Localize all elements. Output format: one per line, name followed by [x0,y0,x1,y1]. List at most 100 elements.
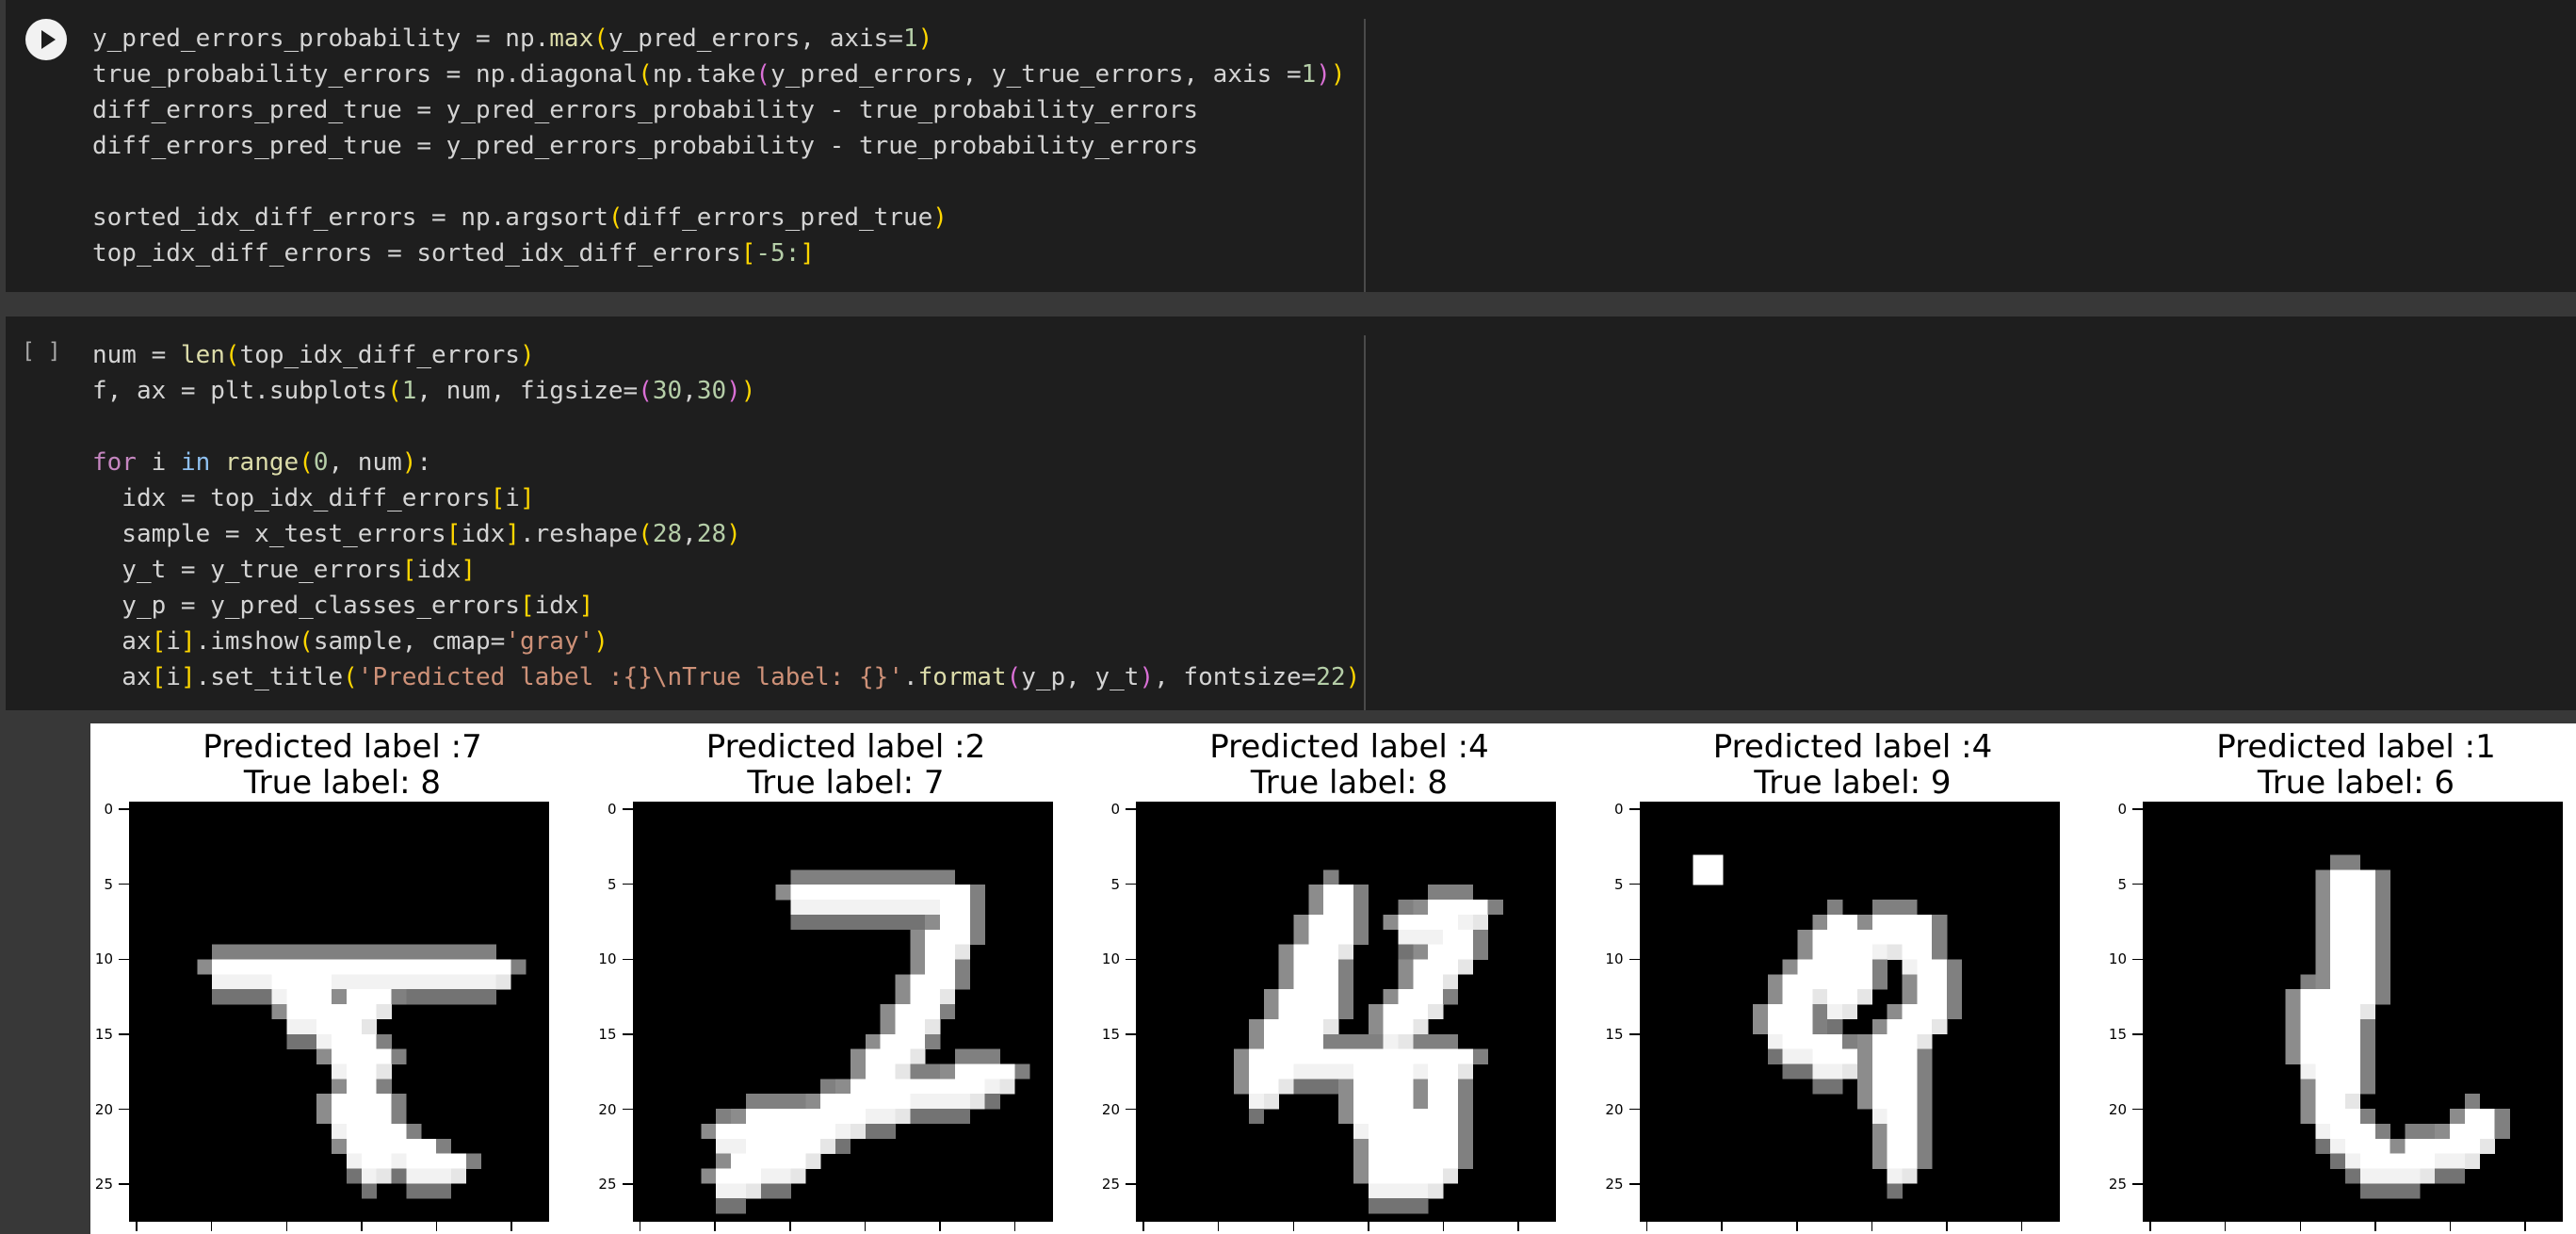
image-pixel [2330,885,2346,901]
image-pixel [376,944,392,960]
image-pixel [2330,989,2346,1005]
image-pixel [2435,1138,2451,1154]
image-pixel [376,959,392,975]
image-pixel [376,1138,392,1154]
image-pixel [1413,1079,1429,1095]
image-pixel [256,989,272,1005]
image-pixel [2315,869,2331,885]
image-pixel [1902,944,1918,960]
image-pixel [1413,974,1429,990]
code-editor[interactable]: num = len(top_idx_diff_errors) f, ax = pl… [92,337,1360,695]
image-pixel [865,1064,881,1080]
image-pixel [2330,1123,2346,1140]
image-pixel [2345,900,2361,916]
image-pixel [1338,974,1354,990]
image-pixel [1902,1064,1918,1080]
code-line: sorted_idx_diff_errors = np.argsort(diff… [92,200,1346,235]
subplot-panel: Predicted label :4 True label: 8 0 5 10 15 20 2… [1097,723,1601,1234]
x-tick [714,1222,716,1231]
image-pixel [2315,1123,2331,1140]
image-pixel [1826,1004,1842,1020]
y-tick-label: 0 [1110,800,1120,818]
image-pixel [939,914,955,931]
image-pixel [1428,1048,1444,1064]
image-pixel [2390,1138,2406,1154]
run-cell-button[interactable] [25,19,67,60]
subplot-title-predicted: Predicted label :2 [705,728,986,766]
y-tick-label: 15 [598,1025,617,1043]
image-pixel [301,1033,317,1049]
code-cell-2[interactable]: [ ] num = len(top_idx_diff_errors) f, ax … [6,317,2576,710]
image-pixel [406,1183,422,1199]
code-token: ] [800,239,816,268]
image-pixel [1398,1004,1414,1020]
image-pixel [2300,1004,2316,1020]
image-pixel [227,989,243,1005]
image-pixel [1856,959,1872,975]
image-pixel [909,989,926,1005]
image-pixel [1308,959,1324,975]
y-tick [2132,1033,2143,1035]
image-pixel [834,1138,851,1154]
image-pixel [1383,1109,1399,1125]
image-pixel [316,989,332,1005]
code-cell-1[interactable]: y_pred_errors_probability = np.max(y_pre… [6,0,2576,292]
code-token: 28 [652,520,683,548]
image-pixel [954,1064,970,1080]
image-pixel [346,1123,363,1140]
code-token: ) [1330,60,1346,89]
image-pixel [1248,1048,1265,1064]
image-pixel [834,885,851,901]
x-tick [1645,1222,1648,1231]
image-pixel [1916,1004,1933,1020]
code-editor[interactable]: y_pred_errors_probability = np.max(y_pre… [92,21,1346,271]
image-pixel [465,959,481,975]
image-pixel [1811,959,1828,975]
image-pixel [1871,1094,1887,1110]
image-pixel [1428,900,1444,916]
image-pixel [465,989,481,1005]
image-pixel [834,869,851,885]
image-pixel [865,1094,881,1110]
image-pixel [1428,1183,1444,1199]
code-line: ax[i].set_title('Predicted label :{}\nTr… [92,659,1360,695]
image-pixel [1457,1123,1474,1140]
image-pixel [406,959,422,975]
image-pixel [391,1138,407,1154]
image-pixel [2345,869,2361,885]
image-pixel [745,1109,761,1125]
image-pixel [1308,900,1324,916]
image-pixel [2374,914,2390,931]
image-pixel [212,974,228,990]
x-tick [1292,1222,1294,1231]
image-pixel [480,959,496,975]
image-pixel [745,1168,761,1184]
y-tick-label: 0 [2117,800,2127,818]
image-pixel [1368,1183,1384,1199]
code-token: : [416,448,432,477]
image-pixel [909,944,926,960]
image-pixel [745,1183,761,1199]
image-pixel [1234,1064,1250,1080]
image-pixel [1398,1168,1414,1184]
image-pixel [1263,1079,1279,1095]
execution-count[interactable]: [ ] [22,339,61,364]
image-pixel [2359,1004,2376,1020]
subplot-panel: Predicted label :4 True label: 9 0 5 10 15 20 2… [1601,723,2105,1234]
image-pixel [1707,869,1724,885]
image-pixel [880,869,896,885]
image-pixel [1902,914,1918,931]
image-pixel [421,959,437,975]
image-pixel [436,944,452,960]
code-token: ] [578,592,594,620]
image-pixel [939,1004,955,1020]
image-pixel [1278,944,1294,960]
image-pixel [1308,989,1324,1005]
image-pixel [1293,1033,1309,1049]
image-pixel [2464,1153,2481,1169]
image-pixel [1278,959,1294,975]
x-tick [510,1222,512,1231]
image-pixel [2359,914,2376,931]
image-pixel [1428,944,1444,960]
y-tick-label: 20 [2108,1100,2127,1118]
